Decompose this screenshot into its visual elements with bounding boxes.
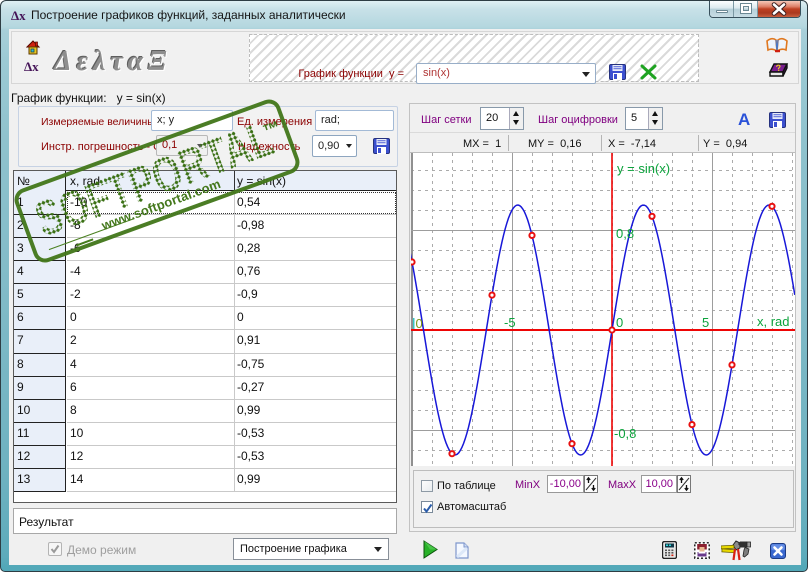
- svg-text:y = sin(x): y = sin(x): [617, 161, 670, 176]
- svg-text:0,8: 0,8: [616, 226, 634, 241]
- svg-text:-5: -5: [504, 315, 516, 330]
- svg-text:x, rad: x, rad: [757, 314, 790, 329]
- svg-text:0: 0: [616, 315, 623, 330]
- svg-text:0: 0: [416, 316, 423, 331]
- svg-text:5: 5: [702, 315, 709, 330]
- svg-text:-0,8: -0,8: [614, 426, 636, 441]
